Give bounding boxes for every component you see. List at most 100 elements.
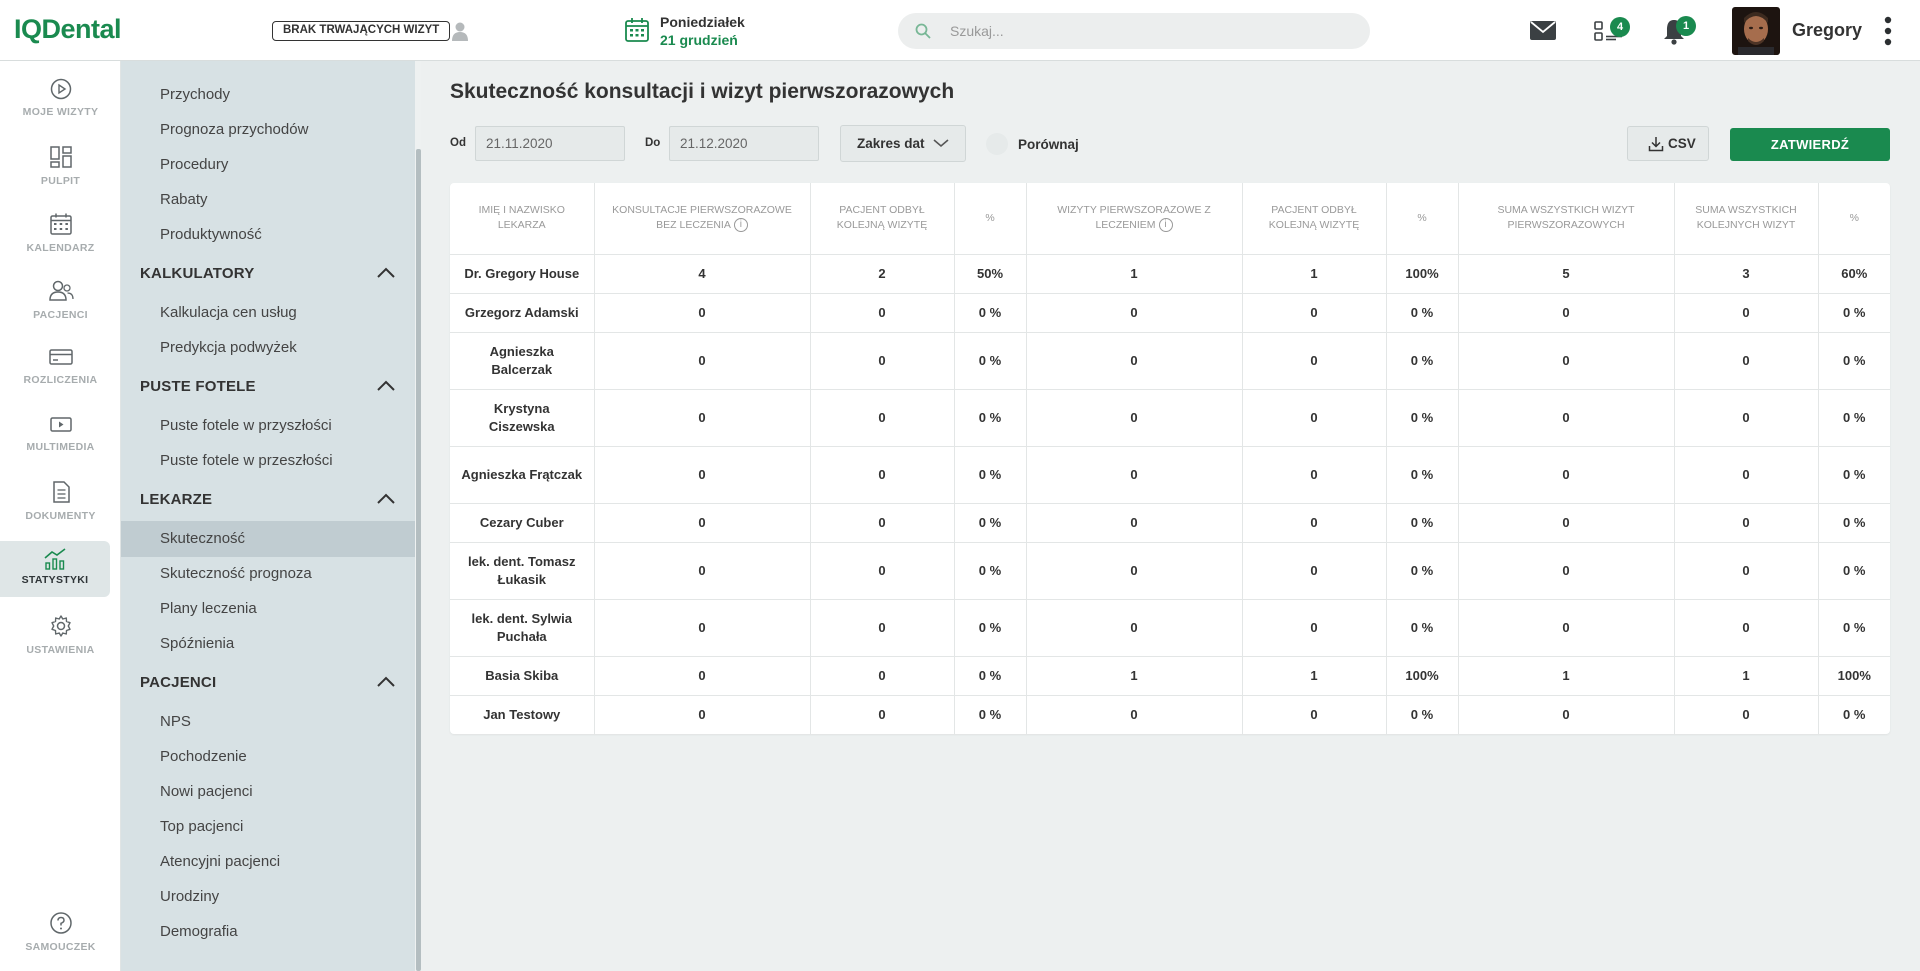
chevron-up-icon[interactable] (376, 267, 396, 279)
table-row[interactable]: Krystyna Ciszewska 0 0 0 % 0 0 0 % 0 0 0 % (450, 389, 1890, 447)
submenu-section-lekarze[interactable]: LEKARZE (140, 491, 212, 508)
submenu-item-puste-fotele-przyszlosc[interactable]: Puste fotele w przyszłości (160, 417, 332, 434)
rail-item-kalendarz[interactable]: KALENDARZ (0, 212, 121, 270)
table-row[interactable]: Cezary Cuber 0 0 0 % 0 0 0 % 0 0 0 % (450, 503, 1890, 543)
avatar[interactable] (1732, 7, 1780, 55)
treatment-followup-count-cell: 0 (1242, 332, 1387, 390)
submenu-section-kalkulatory[interactable]: KALKULATORY (140, 265, 254, 282)
treatment-percent-cell: 0 % (1386, 446, 1459, 504)
from-date-input[interactable]: 21.11.2020 (475, 126, 625, 161)
first-consult-count-cell: 0 (594, 542, 811, 600)
table-row[interactable]: Dr. Gregory House 4 2 50% 1 1 100% 5 3 60% (450, 254, 1890, 294)
first-visit-treatment-count-cell: 0 (1026, 599, 1243, 657)
current-day-name: Poniedziałek (660, 14, 745, 30)
chevron-up-icon[interactable] (376, 676, 396, 688)
rail-item-pacjenci[interactable]: PACJENCI (0, 279, 121, 337)
submenu-item-nowi-pacjenci[interactable]: Nowi pacjenci (160, 783, 253, 800)
table-row[interactable]: Agnieszka Frątczak 0 0 0 % 0 0 0 % 0 0 0 % (450, 446, 1890, 504)
submenu-scrollbar-thumb[interactable] (416, 149, 421, 971)
submenu-item-plany-leczenia[interactable]: Plany leczenia (160, 600, 257, 617)
rail-item-moje-wizyty[interactable]: MOJE WIZYTY (0, 78, 121, 136)
submenu-item-skutecznosc[interactable]: Skuteczność (160, 530, 245, 547)
media-icon (49, 417, 72, 432)
first-visit-treatment-count-cell: 1 (1026, 656, 1243, 696)
submenu-section-puste-fotele[interactable]: PUSTE FOTELE (140, 378, 256, 395)
consult-followup-count-cell: 0 (810, 503, 955, 543)
submenu-item-produktywnosc[interactable]: Produktywność (160, 226, 262, 243)
user-name[interactable]: Gregory (1792, 20, 1862, 41)
table-row[interactable]: lek. dent. Tomasz Łukasik 0 0 0 % 0 0 0 % 0 0 0 % (450, 542, 1890, 600)
column-header[interactable]: SUMA WSZYSTKICH WIZYT PIERWSZORAZOWYCH (1458, 183, 1675, 255)
submenu-item-spoznienia[interactable]: Spóźnienia (160, 635, 234, 652)
first-consult-count-cell: 0 (594, 599, 811, 657)
rail-item-rozliczenia[interactable]: ROZLICZENIA (0, 346, 121, 404)
column-header[interactable]: % (1818, 183, 1890, 255)
table-row[interactable]: lek. dent. Sylwia Puchała 0 0 0 % 0 0 0 % 0 0 0 % (450, 599, 1890, 657)
rail-item-samouczek[interactable]: SAMOUCZEK (0, 911, 121, 969)
chevron-up-icon[interactable] (376, 493, 396, 505)
info-icon[interactable]: i (1158, 218, 1173, 233)
chevron-down-icon (933, 139, 949, 148)
submenu-item-procedury[interactable]: Procedury (160, 156, 228, 173)
to-date-input[interactable]: 21.12.2020 (669, 126, 819, 161)
date-range-dropdown[interactable]: Zakres dat (840, 125, 966, 162)
rail-item-pulpit[interactable]: PULPIT (0, 145, 121, 203)
column-header[interactable]: % (954, 183, 1027, 255)
submenu-item-nps[interactable]: NPS (160, 713, 191, 730)
consult-percent-cell: 0 % (954, 542, 1027, 600)
submenu-item-rabaty[interactable]: Rabaty (160, 191, 208, 208)
doctor-name-cell: Dr. Gregory House (450, 254, 595, 294)
compare-checkbox[interactable] (986, 133, 1008, 155)
table-row[interactable]: Agnieszka Balcerzak 0 0 0 % 0 0 0 % 0 0 0 % (450, 332, 1890, 390)
tasks-button[interactable]: 4 (1594, 17, 1630, 44)
column-header[interactable]: PACJENT ODBYŁ KOLEJNĄ WIZYTĘ (810, 183, 955, 255)
compare-label[interactable]: Porównaj (1018, 137, 1079, 152)
submenu-item-demografia[interactable]: Demografia (160, 923, 238, 940)
column-header[interactable]: KONSULTACJE PIERWSZORAZOWE BEZ LECZENIA i (594, 183, 811, 255)
no-visit-status-button[interactable]: BRAK TRWAJĄCYCH WIZYT (272, 21, 451, 41)
search-input[interactable] (950, 21, 1350, 41)
table-row[interactable]: Grzegorz Adamski 0 0 0 % 0 0 0 % 0 0 0 % (450, 293, 1890, 333)
submenu-item-top-pacjenci[interactable]: Top pacjenci (160, 818, 243, 835)
rail-label: SAMOUCZEK (25, 941, 96, 953)
column-header[interactable]: WIZYTY PIERWSZORAZOWE Z LECZENIEM i (1026, 183, 1243, 255)
notifications-button[interactable]: 1 (1662, 16, 1698, 45)
column-header[interactable]: PACJENT ODBYŁ KOLEJNĄ WIZYTĘ (1242, 183, 1387, 255)
rail-item-statystyki[interactable]: STATYSTYKI (0, 541, 110, 597)
user-icon[interactable] (451, 21, 469, 41)
treatment-percent-cell: 0 % (1386, 389, 1459, 447)
table-row[interactable]: Basia Skiba 0 0 0 % 1 1 100% 1 1 100% (450, 656, 1890, 696)
submenu-section-pacjenci[interactable]: PACJENCI (140, 674, 216, 691)
more-menu-icon[interactable] (1878, 14, 1898, 48)
submenu-item-prognoza-przychodow[interactable]: Prognoza przychodów (160, 121, 308, 138)
consult-followup-count-cell: 0 (810, 446, 955, 504)
consult-followup-count-cell: 0 (810, 389, 955, 447)
column-header[interactable]: SUMA WSZYSTKICH KOLEJNYCH WIZYT (1674, 183, 1819, 255)
submenu-item-atencyjni-pacjenci[interactable]: Atencyjni pacjenci (160, 853, 280, 870)
csv-export-button[interactable]: CSV (1627, 126, 1709, 161)
app-logo[interactable]: IQDental (14, 14, 122, 45)
calendar-icon (625, 18, 649, 42)
rail-item-ustawienia[interactable]: USTAWIENIA (0, 614, 121, 672)
submenu-item-predykcja-podwyzek[interactable]: Predykcja podwyżek (160, 339, 297, 356)
mail-icon[interactable] (1530, 21, 1556, 40)
rail-label: PACJENCI (33, 309, 88, 321)
column-header[interactable]: % (1386, 183, 1459, 255)
chevron-up-icon[interactable] (376, 380, 396, 392)
submenu-item-skutecznosc-prognoza[interactable]: Skuteczność prognoza (160, 565, 312, 582)
table-row[interactable]: Jan Testowy 0 0 0 % 0 0 0 % 0 0 0 % (450, 695, 1890, 734)
column-header[interactable]: IMIĘ I NAZWISKO LEKARZA (450, 183, 595, 255)
submenu-item-kalkulacja-cen[interactable]: Kalkulacja cen usług (160, 304, 297, 321)
info-icon[interactable]: i (733, 218, 748, 233)
submenu-item-pochodzenie[interactable]: Pochodzenie (160, 748, 247, 765)
submenu-item-urodziny[interactable]: Urodziny (160, 888, 219, 905)
submenu-scrollbar[interactable] (415, 61, 421, 971)
submenu-item-przychody[interactable]: Przychody (160, 86, 230, 103)
confirm-button[interactable]: ZATWIERDŹ (1730, 128, 1890, 161)
credit-card-icon (48, 349, 73, 365)
consult-followup-count-cell: 2 (810, 254, 955, 294)
tasks-badge: 4 (1610, 17, 1630, 37)
rail-item-dokumenty[interactable]: DOKUMENTY (0, 480, 121, 538)
rail-item-multimedia[interactable]: MULTIMEDIA (0, 413, 121, 471)
submenu-item-puste-fotele-przeszlosc[interactable]: Puste fotele w przeszłości (160, 452, 333, 469)
